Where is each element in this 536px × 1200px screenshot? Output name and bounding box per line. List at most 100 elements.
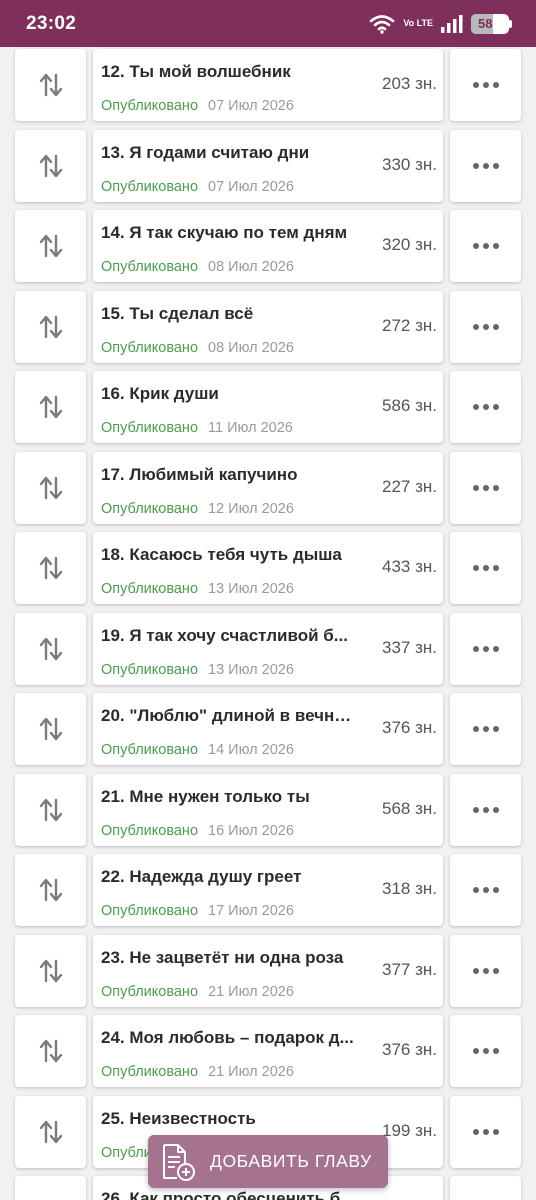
chapter-card[interactable]: 17. Любимый капучино Опубликовано 12 Июл … xyxy=(93,451,443,524)
chapter-meta: Опубликовано 13 Июл 2026 xyxy=(101,662,294,678)
more-dots-icon xyxy=(472,967,499,974)
chapter-meta: Опубликовано 08 Июл 2026 xyxy=(101,259,294,275)
chapter-status: Опубликовано xyxy=(101,259,199,275)
chapter-more-button[interactable] xyxy=(450,532,521,604)
add-chapter-button[interactable]: ДОБАВИТЬ ГЛАВУ xyxy=(148,1135,388,1188)
chapter-more-button[interactable] xyxy=(450,1095,521,1168)
reorder-handle[interactable] xyxy=(15,854,86,926)
reorder-handle[interactable] xyxy=(15,612,86,685)
chapter-date: 17 Июл 2026 xyxy=(208,903,294,919)
chapter-card[interactable]: 15. Ты сделал всё Опубликовано 08 Июл 202… xyxy=(93,290,443,363)
reorder-handle[interactable] xyxy=(15,934,86,1007)
reorder-icon xyxy=(39,798,62,821)
chapter-more-button[interactable] xyxy=(450,371,521,443)
chapter-card[interactable]: 21. Мне нужен только ты Опубликовано 16 И… xyxy=(93,773,443,846)
chapter-status: Опубликовано xyxy=(101,983,199,1000)
reorder-handle[interactable] xyxy=(15,693,86,765)
chapter-title: 20. "Люблю" длиной в вечно... xyxy=(101,706,355,725)
more-dots-icon xyxy=(472,645,499,652)
chapter-date: 13 Июл 2026 xyxy=(208,581,294,597)
chapter-date: 08 Июл 2026 xyxy=(208,339,294,356)
chapter-date: 11 Июл 2026 xyxy=(208,420,293,436)
more-dots-icon xyxy=(472,404,499,410)
chapter-meta: Опубликовано 08 Июл 2026 xyxy=(101,340,294,356)
chapter-more-button[interactable] xyxy=(450,49,521,121)
chapter-more-button[interactable] xyxy=(450,210,521,282)
chapter-meta: Опубликовано 17 Июл 2026 xyxy=(101,903,294,919)
chapter-more-button[interactable] xyxy=(450,451,521,524)
chapter-status: Опубликовано xyxy=(101,1064,199,1080)
chapter-title: 26. Как просто обесценить б... xyxy=(101,1189,355,1200)
reorder-icon xyxy=(39,315,62,338)
chapter-card[interactable]: 23. Не зацветёт ни одна роза Опубликован… xyxy=(93,934,443,1007)
chapter-card[interactable]: 13. Я годами считаю дни Опубликовано 07 И… xyxy=(93,129,443,202)
chapter-more-button[interactable] xyxy=(450,290,521,363)
chapter-meta: Опубликовано 07 Июл 2026 xyxy=(101,98,294,114)
chapter-date: 07 Июл 2026 xyxy=(208,98,294,114)
chapter-char-count: 320 зн. xyxy=(382,235,437,254)
chapter-more-button[interactable] xyxy=(450,854,521,926)
chapter-row: 16. Крик души Опубликовано 11 Июл 2026 58… xyxy=(0,371,536,443)
chapter-char-count: 568 зн. xyxy=(382,798,437,818)
chapter-card[interactable]: 14. Я так скучаю по тем дням Опубликован… xyxy=(93,210,443,282)
chapter-char-count: 376 зн. xyxy=(382,718,437,737)
reorder-handle[interactable] xyxy=(15,1176,86,1200)
reorder-handle[interactable] xyxy=(15,129,86,202)
more-dots-icon xyxy=(472,806,499,813)
signal-icon xyxy=(441,14,463,33)
chapter-more-button[interactable] xyxy=(450,693,521,765)
reorder-icon xyxy=(39,637,62,660)
chapter-row: 21. Мне нужен только ты Опубликовано 16 И… xyxy=(0,773,536,846)
status-icons: Vo LTE 58 xyxy=(369,13,512,34)
chapter-card[interactable]: 18. Касаюсь тебя чуть дыша Опубликовано 1… xyxy=(93,532,443,604)
reorder-handle[interactable] xyxy=(15,1015,86,1087)
chapter-more-button[interactable] xyxy=(450,1176,521,1200)
reorder-handle[interactable] xyxy=(15,773,86,846)
chapter-date: 21 Июл 2026 xyxy=(208,983,294,1000)
battery-level: 58 xyxy=(478,16,493,31)
chapter-card[interactable]: 20. "Люблю" длиной в вечно... Опубликова… xyxy=(93,693,443,765)
reorder-handle[interactable] xyxy=(15,532,86,604)
chapter-meta: Опубликовано 11 Июл 2026 xyxy=(101,420,293,436)
chapter-row: 19. Я так хочу счастливой б... Опубликов… xyxy=(0,612,536,685)
reorder-handle[interactable] xyxy=(15,451,86,524)
more-dots-icon xyxy=(472,162,499,169)
chapter-more-button[interactable] xyxy=(450,612,521,685)
reorder-handle[interactable] xyxy=(15,290,86,363)
chapter-more-button[interactable] xyxy=(450,1015,521,1087)
more-dots-icon xyxy=(472,484,499,491)
chapter-title: 12. Ты мой волшебник xyxy=(101,62,291,81)
chapter-card[interactable]: 16. Крик души Опубликовано 11 Июл 2026 58… xyxy=(93,371,443,443)
reorder-handle[interactable] xyxy=(15,49,86,121)
chapter-status: Опубликовано xyxy=(101,500,199,517)
chapter-title: 13. Я годами считаю дни xyxy=(101,142,310,162)
chapter-row: 17. Любимый капучино Опубликовано 12 Июл … xyxy=(0,451,536,524)
reorder-handle[interactable] xyxy=(15,371,86,443)
chapter-more-button[interactable] xyxy=(450,934,521,1007)
chapter-meta: Опубликовано 21 Июл 2026 xyxy=(101,1064,294,1080)
chapter-char-count: 199 зн. xyxy=(382,1120,437,1140)
more-dots-icon xyxy=(472,1128,499,1135)
chapter-date: 07 Июл 2026 xyxy=(208,178,294,195)
chapter-char-count: 203 зн. xyxy=(382,74,437,93)
chapter-more-button[interactable] xyxy=(450,773,521,846)
add-document-icon xyxy=(163,1143,195,1181)
reorder-icon xyxy=(39,476,62,499)
status-bar: 23:02 Vo LTE 58 xyxy=(0,0,536,47)
chapter-card[interactable]: 24. Моя любовь – подарок д... Опубликова… xyxy=(93,1015,443,1087)
chapter-row: 14. Я так скучаю по тем дням Опубликован… xyxy=(0,210,536,282)
reorder-handle[interactable] xyxy=(15,210,86,282)
chapter-card[interactable]: 12. Ты мой волшебник Опубликовано 07 Июл … xyxy=(93,49,443,121)
chapter-card[interactable]: 22. Надежда душу греет Опубликовано 17 Ию… xyxy=(93,854,443,926)
chapter-title: 21. Мне нужен только ты xyxy=(101,786,310,806)
chapter-status: Опубликовано xyxy=(101,661,199,678)
reorder-icon xyxy=(39,73,62,97)
wifi-icon xyxy=(370,14,395,34)
chapter-char-count: 586 зн. xyxy=(382,396,437,415)
add-chapter-label: ДОБАВИТЬ ГЛАВУ xyxy=(210,1151,372,1171)
reorder-handle[interactable] xyxy=(15,1095,86,1168)
chapter-title: 16. Крик души xyxy=(101,384,219,403)
chapter-row: 20. "Люблю" длиной в вечно... Опубликова… xyxy=(0,693,536,765)
chapter-more-button[interactable] xyxy=(450,129,521,202)
chapter-card[interactable]: 19. Я так хочу счастливой б... Опубликов… xyxy=(93,612,443,685)
